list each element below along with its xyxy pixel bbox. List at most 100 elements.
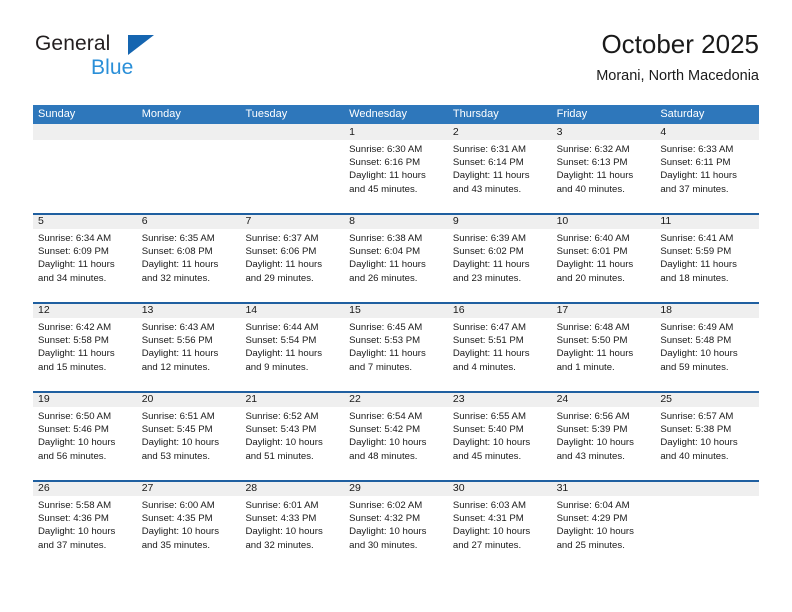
sunrise-text: Sunrise: 6:32 AM — [556, 144, 630, 155]
daylight-text-line2: and 25 minutes. — [556, 539, 625, 551]
day-cell[interactable]: Sunrise: 6:00 AM Sunset: 4:35 PM Daylight:… — [137, 496, 241, 569]
sunset-text: Sunset: 6:06 PM — [245, 246, 317, 258]
sunrise-text: Sunrise: 6:49 AM — [660, 322, 734, 333]
daylight-text-line2: and 9 minutes. — [245, 361, 309, 373]
day-number[interactable]: 1 — [344, 124, 448, 140]
day-number[interactable]: 20 — [137, 391, 241, 407]
day-cell[interactable]: Sunrise: 6:54 AM Sunset: 5:42 PM Daylight:… — [344, 407, 448, 480]
day-cell[interactable]: Sunrise: 6:56 AM Sunset: 5:39 PM Daylight:… — [552, 407, 656, 480]
sunrise-text: Sunrise: 6:55 AM — [452, 411, 526, 422]
day-cell[interactable]: Sunrise: 6:44 AM Sunset: 5:54 PM Daylight:… — [240, 318, 344, 391]
day-cell[interactable]: Sunrise: 6:41 AM Sunset: 5:59 PM Daylight:… — [655, 229, 759, 302]
daylight-text-line2: and 32 minutes. — [245, 539, 314, 551]
daylight-text-line2: and 45 minutes. — [349, 183, 418, 195]
day-cell[interactable]: Sunrise: 6:42 AM Sunset: 5:58 PM Daylight:… — [33, 318, 137, 391]
day-cell[interactable]: Sunrise: 6:31 AM Sunset: 6:14 PM Daylight:… — [448, 140, 552, 213]
day-number[interactable]: 2 — [448, 124, 552, 140]
sunset-text: Sunset: 5:56 PM — [141, 335, 213, 347]
day-cell[interactable]: Sunrise: 6:55 AM Sunset: 5:40 PM Daylight:… — [448, 407, 552, 480]
day-cell[interactable]: Sunrise: 6:50 AM Sunset: 5:46 PM Daylight:… — [33, 407, 137, 480]
calendar-page: General Blue October 2025 Morani, North … — [0, 0, 792, 612]
sunrise-text: Sunrise: 6:51 AM — [141, 411, 215, 422]
day-cell[interactable]: Sunrise: 6:45 AM Sunset: 5:53 PM Daylight:… — [344, 318, 448, 391]
day-number[interactable]: 27 — [137, 480, 241, 496]
day-cell[interactable]: Sunrise: 6:02 AM Sunset: 4:32 PM Daylight:… — [344, 496, 448, 569]
day-of-week-header: Friday — [556, 108, 588, 120]
day-cell[interactable]: Sunrise: 6:35 AM Sunset: 6:08 PM Daylight:… — [137, 229, 241, 302]
day-cell[interactable]: Sunrise: 5:58 AM Sunset: 4:36 PM Daylight:… — [33, 496, 137, 569]
day-number[interactable]: 12 — [33, 302, 137, 318]
day-cell[interactable]: Sunrise: 6:51 AM Sunset: 5:45 PM Daylight:… — [137, 407, 241, 480]
brand-name-secondary: Blue — [91, 56, 134, 79]
daylight-text-line1: Daylight: 10 hours — [349, 526, 427, 538]
sunset-text: Sunset: 6:11 PM — [660, 157, 731, 169]
day-number[interactable]: 16 — [448, 302, 552, 318]
day-number[interactable]: 25 — [655, 391, 759, 407]
sunset-text: Sunset: 5:38 PM — [660, 424, 732, 436]
daylight-text-line2: and 40 minutes. — [556, 183, 625, 195]
day-cell[interactable]: Sunrise: 6:57 AM Sunset: 5:38 PM Daylight:… — [655, 407, 759, 480]
sunrise-text: Sunrise: 6:04 AM — [556, 500, 630, 511]
brand-logo[interactable]: General Blue — [33, 32, 233, 88]
day-of-week-header: Monday — [141, 108, 181, 120]
day-number[interactable]: 30 — [448, 480, 552, 496]
day-number[interactable]: 19 — [33, 391, 137, 407]
day-cell[interactable]: Sunrise: 6:33 AM Sunset: 6:11 PM Daylight:… — [655, 140, 759, 213]
day-number[interactable]: 14 — [240, 302, 344, 318]
week-date-band: 1234 — [33, 124, 759, 140]
day-number[interactable]: 15 — [344, 302, 448, 318]
day-cell[interactable]: Sunrise: 6:43 AM Sunset: 5:56 PM Daylight:… — [137, 318, 241, 391]
day-number[interactable]: 4 — [655, 124, 759, 140]
daylight-text-line2: and 35 minutes. — [141, 539, 210, 551]
daylight-text-line1: Daylight: 11 hours — [556, 259, 634, 271]
day-number[interactable]: 3 — [552, 124, 656, 140]
day-cell[interactable]: Sunrise: 6:39 AM Sunset: 6:02 PM Daylight:… — [448, 229, 552, 302]
page-title: October 2025 — [601, 29, 759, 59]
day-number[interactable]: 17 — [552, 302, 656, 318]
day-number[interactable]: 28 — [240, 480, 344, 496]
sunset-text: Sunset: 4:29 PM — [556, 513, 628, 525]
day-of-week-header: Tuesday — [245, 108, 288, 120]
day-number[interactable]: 10 — [552, 213, 656, 229]
daylight-text-line1: Daylight: 10 hours — [245, 526, 323, 538]
day-number[interactable]: 23 — [448, 391, 552, 407]
day-number[interactable]: 21 — [240, 391, 344, 407]
day-number[interactable]: 26 — [33, 480, 137, 496]
daylight-text-line2: and 29 minutes. — [245, 272, 314, 284]
day-cell[interactable]: Sunrise: 6:52 AM Sunset: 5:43 PM Daylight:… — [240, 407, 344, 480]
day-cell[interactable]: Sunrise: 6:38 AM Sunset: 6:04 PM Daylight:… — [344, 229, 448, 302]
day-number[interactable]: 31 — [552, 480, 656, 496]
daylight-text-line1: Daylight: 10 hours — [38, 437, 116, 449]
day-cell[interactable]: Sunrise: 6:47 AM Sunset: 5:51 PM Daylight:… — [448, 318, 552, 391]
day-cell[interactable]: Sunrise: 6:40 AM Sunset: 6:01 PM Daylight:… — [552, 229, 656, 302]
day-number[interactable]: 8 — [344, 213, 448, 229]
daylight-text-line1: Daylight: 11 hours — [660, 259, 737, 271]
sunrise-text: Sunrise: 6:37 AM — [245, 233, 319, 244]
sunrise-text: Sunrise: 6:34 AM — [38, 233, 112, 244]
calendar-week-row: 19 20 21 22 23 24 25 Sunrise: 6:50 AM Sunset: 5:… — [33, 391, 759, 480]
day-number[interactable]: 5 — [33, 213, 137, 229]
day-cell[interactable]: Sunrise: 6:03 AM Sunset: 4:31 PM Daylight:… — [448, 496, 552, 569]
day-number[interactable]: 29 — [344, 480, 448, 496]
sunset-text: Sunset: 4:36 PM — [38, 513, 109, 525]
day-number[interactable]: 7 — [240, 213, 344, 229]
day-cell[interactable]: Sunrise: 6:48 AM Sunset: 5:50 PM Daylight:… — [552, 318, 656, 391]
day-number[interactable]: 13 — [137, 302, 241, 318]
daylight-text-line2: and 12 minutes. — [141, 361, 210, 373]
day-cell[interactable]: Sunrise: 6:49 AM Sunset: 5:48 PM Daylight:… — [655, 318, 759, 391]
day-number[interactable]: 6 — [137, 213, 241, 229]
day-cell[interactable]: Sunrise: 6:01 AM Sunset: 4:33 PM Daylight:… — [240, 496, 344, 569]
sunrise-text: Sunrise: 6:45 AM — [349, 322, 423, 333]
day-number[interactable]: 24 — [552, 391, 656, 407]
day-cell[interactable]: Sunrise: 6:34 AM Sunset: 6:09 PM Daylight:… — [33, 229, 137, 302]
day-cell[interactable]: Sunrise: 6:32 AM Sunset: 6:13 PM Daylight:… — [552, 140, 656, 213]
day-cell[interactable]: Sunrise: 6:04 AM Sunset: 4:29 PM Daylight:… — [552, 496, 656, 569]
sunset-text: Sunset: 5:46 PM — [38, 424, 109, 436]
day-cell[interactable]: Sunrise: 6:30 AM Sunset: 6:16 PM Daylight:… — [344, 140, 448, 213]
day-number[interactable]: 18 — [655, 302, 759, 318]
day-cell[interactable]: Sunrise: 6:37 AM Sunset: 6:06 PM Daylight:… — [240, 229, 344, 302]
brand-name-primary: General — [35, 32, 111, 55]
day-number[interactable]: 11 — [655, 213, 759, 229]
day-number[interactable]: 22 — [344, 391, 448, 407]
day-number[interactable]: 9 — [448, 213, 552, 229]
